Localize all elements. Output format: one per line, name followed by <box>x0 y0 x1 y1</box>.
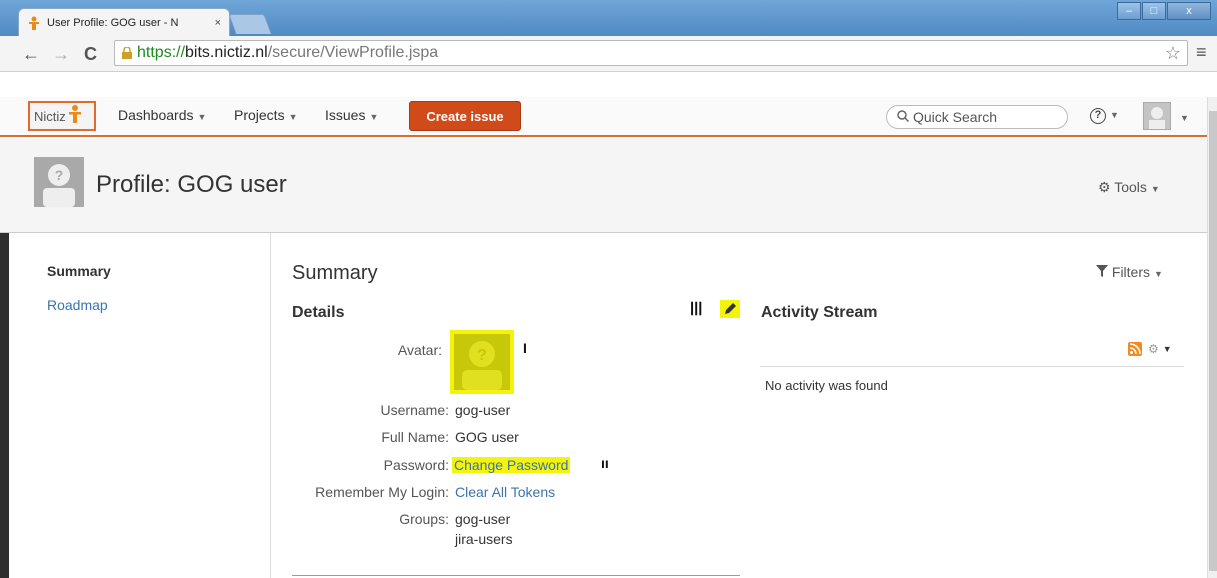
create-issue-button[interactable]: Create issue <box>409 101 521 131</box>
password-annotation-mark: ıı <box>601 455 609 471</box>
group-item: jira-users <box>455 531 513 547</box>
password-label: Password: <box>383 457 449 473</box>
chevron-down-icon: ▼ <box>369 112 379 122</box>
minimize-button[interactable]: – <box>1117 2 1141 20</box>
filters-label: Filters <box>1111 264 1151 280</box>
browser-toolbar: ← → C https://bits.nictiz.nl/secure/View… <box>0 36 1217 72</box>
tab-close-icon[interactable]: × <box>215 17 221 29</box>
lock-icon <box>121 46 133 59</box>
avatar-silhouette-icon <box>1149 107 1165 129</box>
sidebar-item-summary[interactable]: Summary <box>47 263 111 279</box>
change-password-link[interactable]: Change Password <box>452 457 571 473</box>
gear-icon[interactable]: ⚙ <box>1148 342 1159 356</box>
chevron-down-icon: ▼ <box>1154 269 1163 279</box>
nav-issues[interactable]: Issues ▼ <box>325 107 378 123</box>
nav-projects[interactable]: Projects ▼ <box>234 107 298 123</box>
url-scheme: https:// <box>137 44 186 61</box>
username-value: gog-user <box>455 402 511 418</box>
tools-label: Tools <box>1114 179 1147 195</box>
nictiz-favicon-icon <box>27 16 41 30</box>
tools-menu[interactable]: ⚙ Tools ▼ <box>1098 179 1160 196</box>
page-title: Profile: GOG user <box>96 171 287 198</box>
user-avatar[interactable]: ? <box>450 330 514 394</box>
groups-label: Groups: <box>399 511 449 527</box>
forward-icon[interactable]: → <box>52 44 70 64</box>
group-item: gog-user <box>455 511 511 527</box>
filters-menu[interactable]: Filters ▼ <box>1096 264 1163 280</box>
sidebar-item-roadmap[interactable]: Roadmap <box>47 297 108 313</box>
address-bar[interactable]: https://bits.nictiz.nl/secure/ViewProfil… <box>114 40 1188 66</box>
remember-login-label: Remember My Login: <box>315 484 449 500</box>
chevron-down-icon: ▼ <box>1110 110 1119 120</box>
activity-tools: ⚙ ▼ <box>1128 342 1172 356</box>
svg-text:?: ? <box>477 347 487 364</box>
change-password-label: Change Password <box>452 457 571 473</box>
reload-icon[interactable]: C <box>84 44 97 64</box>
chevron-down-icon: ▼ <box>1150 184 1160 194</box>
chevron-down-icon: ▼ <box>288 112 298 122</box>
logo-text: Nictiz <box>34 108 66 124</box>
divider <box>760 366 1184 367</box>
help-menu[interactable]: ? ▼ <box>1090 105 1119 124</box>
user-avatar-menu[interactable] <box>1143 102 1171 130</box>
browser-menu-icon[interactable]: ≡ <box>1196 42 1207 63</box>
scrollbar-thumb[interactable] <box>1209 111 1217 571</box>
window-controls: – □ x <box>1116 2 1211 20</box>
quick-search-input[interactable]: Quick Search <box>886 105 1068 129</box>
browser-titlebar: User Profile: GOG user - N × – □ x <box>0 0 1217 36</box>
activity-stream-heading: Activity Stream <box>761 304 878 321</box>
back-icon[interactable]: ← <box>22 44 40 64</box>
rss-icon[interactable] <box>1128 342 1142 356</box>
svg-text:?: ? <box>55 167 64 183</box>
avatar-label: Avatar: <box>397 342 442 358</box>
section-title: Summary <box>292 262 378 284</box>
divider <box>292 575 740 576</box>
left-edge <box>0 233 9 578</box>
empty-activity-message: No activity was found <box>765 378 888 393</box>
maximize-button[interactable]: □ <box>1142 2 1166 20</box>
url-host: bits.nictiz.nl <box>185 44 268 61</box>
nav-dashboards[interactable]: Dashboards ▼ <box>118 107 206 123</box>
filter-icon <box>1096 264 1112 280</box>
nav-dashboards-label: Dashboards <box>118 107 194 123</box>
tab-title: User Profile: GOG user - N <box>47 16 179 29</box>
page-scrollbar[interactable] <box>1207 97 1217 578</box>
nictiz-logo[interactable]: Nictiz <box>28 101 96 131</box>
nictiz-figure-icon <box>68 104 82 128</box>
sidebar: Summary Roadmap <box>9 233 271 578</box>
search-icon <box>897 109 910 125</box>
edit-annotation-mark: ꟾꟾꟾ <box>690 302 703 318</box>
app-header: Nictiz Dashboards ▼ Projects ▼ Issues ▼ Cre… <box>0 97 1207 137</box>
close-window-button[interactable]: x <box>1167 2 1211 20</box>
fullname-value: GOG user <box>455 429 519 445</box>
clear-tokens-link[interactable]: Clear All Tokens <box>455 484 555 500</box>
details-heading: Details <box>292 304 345 321</box>
url-path: /secure/ViewProfile.jspa <box>267 44 439 61</box>
fullname-label: Full Name: <box>381 429 449 445</box>
nav-projects-label: Projects <box>234 107 285 123</box>
profile-header: ? Profile: GOG user ⚙ Tools ▼ <box>0 139 1207 233</box>
browser-tab[interactable]: User Profile: GOG user - N × <box>18 8 230 36</box>
chevron-down-icon: ▼ <box>1180 113 1189 123</box>
bookmark-star-icon[interactable]: ☆ <box>1165 43 1181 64</box>
nav-issues-label: Issues <box>325 107 366 123</box>
avatar-annotation-mark: I <box>523 340 527 356</box>
new-tab-button[interactable] <box>228 14 272 34</box>
chevron-down-icon: ▼ <box>1162 344 1172 354</box>
gear-icon: ⚙ <box>1098 179 1111 195</box>
search-placeholder: Quick Search <box>913 109 998 125</box>
help-icon: ? <box>1090 108 1106 124</box>
edit-pencil-icon[interactable] <box>720 300 740 318</box>
username-label: Username: <box>380 402 449 418</box>
profile-avatar: ? <box>34 157 84 207</box>
chevron-down-icon: ▼ <box>197 112 207 122</box>
